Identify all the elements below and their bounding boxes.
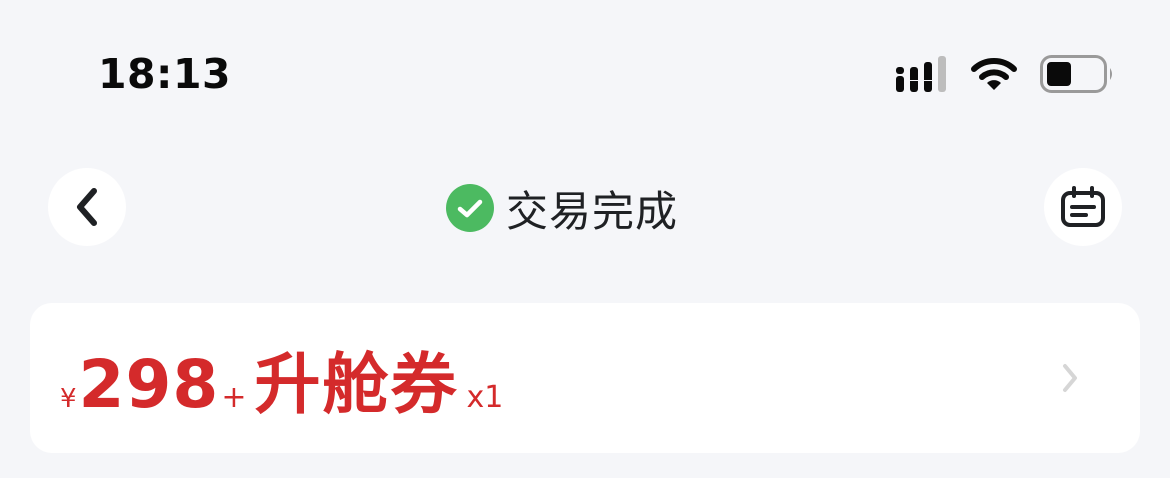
price-amount: 298 bbox=[78, 346, 220, 423]
quantity-label: x1 bbox=[466, 380, 504, 415]
product-name: 升舱券 bbox=[254, 346, 459, 423]
chevron-left-icon bbox=[77, 188, 97, 226]
chevron-right-icon[interactable] bbox=[1060, 363, 1080, 393]
price-plus: + bbox=[221, 380, 247, 415]
signal-icon bbox=[896, 56, 946, 92]
calendar-button[interactable] bbox=[1044, 168, 1122, 246]
status-bar: 18:13 bbox=[0, 0, 1170, 140]
battery-icon bbox=[1040, 55, 1112, 93]
nav-title-group: 交易完成 bbox=[446, 183, 678, 236]
calendar-icon bbox=[1061, 186, 1105, 227]
wifi-icon bbox=[971, 58, 1017, 90]
back-button[interactable] bbox=[48, 168, 126, 246]
price-row: ¥ 298 + 升舱券 x1 bbox=[60, 331, 503, 427]
check-circle-icon bbox=[446, 184, 494, 232]
status-icons bbox=[896, 52, 1114, 96]
page-title: 交易完成 bbox=[506, 186, 679, 236]
ticket-card[interactable]: ¥ 298 + 升舱券 x1 bbox=[30, 303, 1140, 453]
status-time: 18:13 bbox=[98, 50, 232, 98]
currency-symbol: ¥ bbox=[60, 384, 77, 414]
nav-bar: 交易完成 bbox=[0, 168, 1170, 248]
